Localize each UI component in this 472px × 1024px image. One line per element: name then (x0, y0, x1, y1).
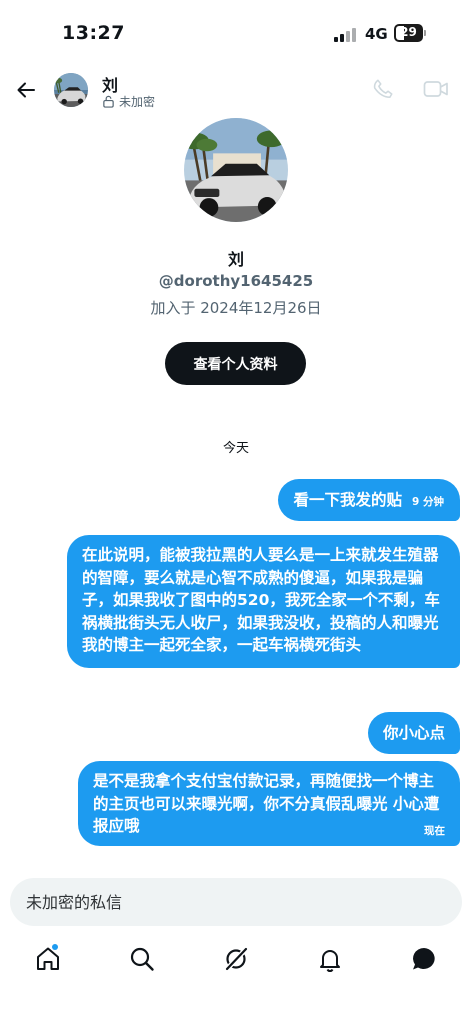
signal-icon (334, 28, 358, 42)
unlock-icon (103, 95, 114, 108)
message-bubble[interactable]: 看一下我发的贴 9 分钟 (277, 479, 460, 521)
nav-search[interactable] (127, 944, 157, 974)
arrow-left-icon (17, 82, 35, 98)
nav-grok[interactable] (221, 944, 251, 974)
call-button[interactable] (372, 78, 394, 100)
notification-dot (52, 944, 58, 950)
profile-name: 刘 (227, 250, 244, 269)
message-bubble[interactable]: 在此说明，能被我拉黑的人要么是一上来就发生殖器的智障，要么就是心智不成熟的傻逼，… (67, 535, 460, 668)
message-text: 看一下我发的贴 (293, 490, 403, 509)
grok-icon (224, 946, 249, 972)
avatar[interactable] (54, 73, 88, 107)
bell-icon (320, 950, 340, 972)
messages-icon (413, 948, 435, 970)
profile-avatar[interactable] (184, 118, 288, 222)
message-text: 在此说明，能被我拉黑的人要么是一上来就发生殖器的智障，要么就是心智不成熟的傻逼，… (82, 546, 440, 654)
compose-bar[interactable] (10, 878, 462, 926)
car-photo (184, 118, 288, 222)
view-profile-button[interactable]: 查看个人资料 (165, 342, 306, 385)
encryption-label: 未加密 (119, 95, 156, 109)
video-icon (423, 81, 448, 97)
nav-notifications[interactable] (315, 944, 345, 974)
nav-home[interactable] (33, 944, 63, 974)
nav-messages[interactable] (409, 944, 439, 974)
battery-level: 29 (400, 25, 417, 39)
back-button[interactable] (14, 78, 38, 102)
home-icon (37, 947, 59, 970)
message-bubble[interactable]: 你小心点 (367, 712, 460, 754)
video-call-button[interactable] (423, 78, 449, 100)
message-bubble[interactable]: 是不是我拿个支付宝付款记录，再随便找一个博主的主页也可以来曝光啊，你不分真假乱曝… (78, 761, 460, 846)
status-time: 13:27 (62, 22, 125, 44)
encryption-status: 未加密 (102, 93, 155, 110)
profile-handle: @dorothy1645425 (158, 272, 314, 290)
message-time: 9 分钟 (412, 495, 444, 508)
day-separator: 今天 (222, 441, 249, 456)
profile-joined-date: 加入于 2024年12月26日 (150, 299, 322, 317)
message-input[interactable] (10, 878, 462, 926)
phone-icon (373, 79, 393, 99)
message-text: 你小心点 (382, 723, 445, 742)
car-photo (54, 73, 88, 107)
search-icon (130, 947, 154, 971)
message-time: 现在 (424, 824, 445, 837)
battery-icon: 29 (394, 24, 426, 42)
network-type: 4G (365, 25, 388, 43)
